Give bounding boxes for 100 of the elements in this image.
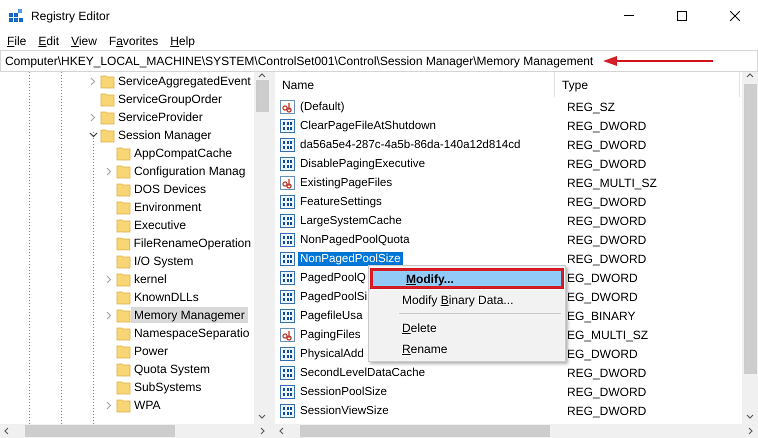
binary-value-icon bbox=[280, 250, 296, 266]
folder-icon bbox=[100, 127, 115, 143]
tree-item[interactable]: SubSystems bbox=[131, 379, 204, 395]
context-menu-item[interactable]: Modify... bbox=[370, 268, 564, 289]
tree-item[interactable]: WPA bbox=[131, 397, 164, 413]
binary-value-icon bbox=[280, 232, 296, 248]
binary-value-icon bbox=[280, 346, 296, 362]
scroll-left-icon[interactable] bbox=[278, 427, 286, 435]
scroll-down-icon[interactable] bbox=[258, 413, 266, 421]
string-value-icon bbox=[280, 326, 296, 342]
value-type: REG_DWORD bbox=[566, 366, 646, 380]
value-name[interactable]: DisablePagingExecutive bbox=[298, 156, 428, 170]
value-name[interactable]: NonPagedPoolSize bbox=[298, 252, 403, 266]
folder-icon bbox=[116, 325, 131, 341]
folder-icon bbox=[100, 91, 115, 107]
scroll-right-icon[interactable] bbox=[259, 427, 267, 435]
folder-icon bbox=[116, 163, 131, 179]
string-value-icon bbox=[280, 174, 296, 190]
scroll-down-icon[interactable] bbox=[746, 413, 754, 421]
folder-icon bbox=[116, 253, 131, 269]
tree-item[interactable]: Environment bbox=[131, 199, 204, 215]
tree-item[interactable]: Session Manager bbox=[115, 127, 214, 143]
scroll-up-icon[interactable] bbox=[258, 72, 266, 80]
scroll-up-icon[interactable] bbox=[746, 72, 754, 80]
folder-icon bbox=[116, 361, 131, 377]
value-name[interactable]: LargeSystemCache bbox=[298, 214, 404, 228]
value-type: REG_DWORD bbox=[566, 138, 646, 152]
value-name[interactable]: FeatureSettings bbox=[298, 194, 384, 208]
value-name[interactable]: PagedPoolQ bbox=[298, 270, 368, 284]
scrollbar-thumb[interactable] bbox=[744, 84, 756, 374]
tree-item[interactable]: Power bbox=[131, 343, 172, 359]
folder-icon bbox=[116, 271, 131, 287]
scrollbar-thumb[interactable] bbox=[25, 425, 175, 437]
column-header[interactable]: Type bbox=[555, 72, 740, 97]
context-menu-item[interactable]: Modify Binary Data... bbox=[369, 289, 565, 310]
value-name[interactable]: PhysicalAdd bbox=[298, 346, 366, 360]
tree-item[interactable]: Memory Managemer bbox=[131, 307, 248, 323]
binary-value-icon bbox=[280, 288, 296, 304]
value-name[interactable]: ClearPageFileAtShutdown bbox=[298, 118, 438, 132]
tree-item[interactable]: I/O System bbox=[131, 253, 196, 269]
value-type: REG_SZ bbox=[566, 100, 616, 114]
value-name[interactable]: PagingFiles bbox=[298, 328, 363, 342]
folder-icon bbox=[116, 289, 131, 305]
folder-icon bbox=[116, 397, 131, 413]
menu-item[interactable]: View bbox=[65, 34, 103, 48]
tree-item[interactable]: AppCompatCache bbox=[131, 145, 236, 161]
scroll-right-icon[interactable] bbox=[747, 427, 755, 435]
binary-value-icon bbox=[280, 118, 296, 134]
folder-icon bbox=[100, 109, 115, 125]
menu-item[interactable]: Help bbox=[164, 34, 201, 48]
value-type: REG_DWORD bbox=[566, 384, 646, 398]
tree-item[interactable]: ServiceProvider bbox=[115, 109, 206, 125]
value-name[interactable]: (Default) bbox=[298, 100, 346, 114]
folder-icon bbox=[100, 73, 115, 89]
value-name[interactable]: SecondLevelDataCache bbox=[298, 366, 428, 380]
tree-item[interactable]: NamespaceSeparatio bbox=[131, 325, 252, 341]
tree-item[interactable]: ServiceGroupOrder bbox=[115, 91, 226, 107]
value-type: EG_MULTI_SZ bbox=[566, 328, 648, 342]
value-name[interactable]: SessionPoolSize bbox=[298, 384, 390, 398]
tree-item[interactable]: ServiceAggregatedEvent bbox=[115, 73, 254, 89]
tree-item[interactable]: kernel bbox=[131, 271, 170, 287]
values-horizontal-scrollbar[interactable] bbox=[275, 424, 758, 438]
value-type: EG_DWORD bbox=[566, 270, 638, 284]
tree-item[interactable]: KnownDLLs bbox=[131, 289, 202, 305]
menu-item[interactable]: Favorites bbox=[102, 34, 164, 48]
value-name[interactable]: da56a5e4-287c-4a5b-86da-140a12d814cd bbox=[298, 138, 522, 152]
context-menu-item[interactable]: Rename bbox=[369, 338, 565, 359]
scroll-left-icon[interactable] bbox=[3, 427, 11, 435]
tree-item[interactable]: FileRenameOperation bbox=[130, 235, 254, 251]
menu-item[interactable]: Edit bbox=[32, 34, 66, 48]
string-value-icon bbox=[280, 98, 296, 114]
maximize-icon bbox=[677, 10, 687, 20]
binary-value-icon bbox=[280, 384, 296, 400]
scrollbar-thumb[interactable] bbox=[300, 425, 550, 437]
value-name[interactable]: ExistingPageFiles bbox=[298, 176, 394, 190]
value-type: EG_DWORD bbox=[566, 290, 638, 304]
value-name[interactable]: PagedPoolSi bbox=[298, 290, 370, 304]
menu-item[interactable]: File bbox=[1, 34, 32, 48]
context-menu-item[interactable]: Delete bbox=[369, 317, 565, 338]
value-name[interactable]: PagefileUsa bbox=[298, 308, 365, 322]
tree-item[interactable]: DOS Devices bbox=[131, 181, 210, 197]
registry-icon bbox=[8, 8, 24, 24]
folder-icon bbox=[116, 235, 131, 251]
value-type: REG_DWORD bbox=[566, 194, 646, 208]
value-type: EG_DWORD bbox=[566, 346, 638, 360]
value-type: REG_DWORD bbox=[566, 118, 646, 132]
scrollbar-thumb[interactable] bbox=[256, 80, 268, 112]
values-scrollbar[interactable] bbox=[742, 72, 758, 424]
tree-item[interactable]: Configuration Manag bbox=[131, 163, 248, 179]
address-bar[interactable]: Computer\HKEY_LOCAL_MACHINE\SYSTEM\ControlSet001\Control\Session Manager\Memory Management bbox=[0, 50, 758, 72]
value-type: REG_DWORD bbox=[566, 232, 646, 246]
binary-value-icon bbox=[280, 308, 296, 324]
tree-horizontal-scrollbar[interactable] bbox=[0, 424, 270, 438]
column-header[interactable]: Name bbox=[275, 72, 555, 97]
value-name[interactable]: NonPagedPoolQuota bbox=[298, 232, 412, 246]
tree-item[interactable]: Quota System bbox=[131, 361, 214, 377]
folder-icon bbox=[116, 217, 131, 233]
tree-item[interactable]: Executive bbox=[131, 217, 190, 233]
binary-value-icon bbox=[280, 402, 296, 418]
value-name[interactable]: SessionViewSize bbox=[298, 404, 391, 418]
